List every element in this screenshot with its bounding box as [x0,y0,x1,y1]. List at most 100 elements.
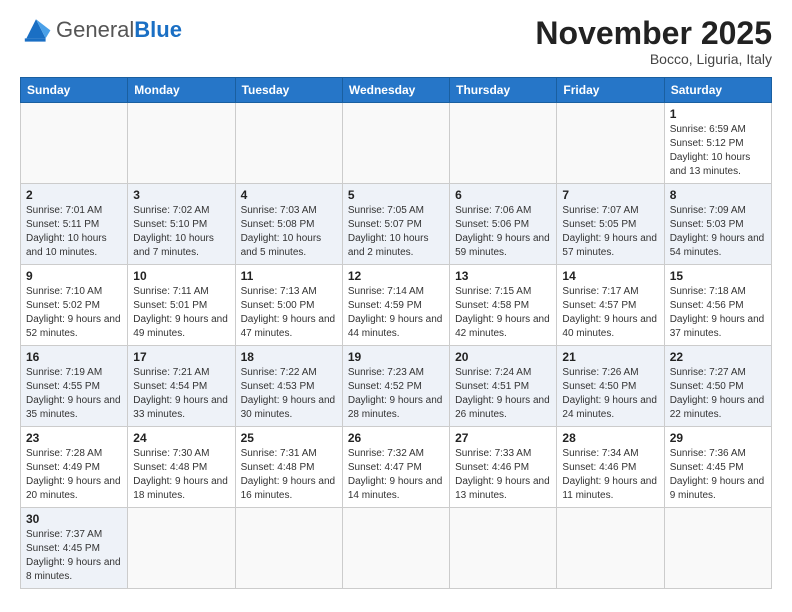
day-cell: 6Sunrise: 7:06 AMSunset: 5:06 PMDaylight… [450,184,557,265]
day-info: Sunrise: 7:32 AMSunset: 4:47 PMDaylight:… [348,447,444,503]
calendar-page: GeneralBlue November 2025 Bocco, Liguria… [0,0,792,612]
day-number: 13 [455,269,551,283]
day-info: Sunrise: 7:23 AMSunset: 4:52 PMDaylight:… [348,366,444,422]
week-row-4: 23 Sunrise: 7:28 AMSunset: 4:49 PMDayligh… [21,427,772,508]
day-cell: 14 Sunrise: 7:17 AMSunset: 4:57 PMDayligh… [557,265,664,346]
day-number: 8 [670,188,766,202]
day-number: 30 [26,512,122,526]
header-sunday: Sunday [21,78,128,103]
day-info: Sunrise: 7:14 AMSunset: 4:59 PMDaylight:… [348,285,444,341]
day-info: Sunrise: 7:13 AMSunset: 5:00 PMDaylight:… [241,285,337,341]
day-number: 24 [133,431,229,445]
day-cell: 18 Sunrise: 7:22 AMSunset: 4:53 PMDayligh… [235,346,342,427]
day-number: 11 [241,269,337,283]
day-info: Sunrise: 7:36 AMSunset: 4:45 PMDaylight:… [670,447,766,503]
day-number: 27 [455,431,551,445]
header-saturday: Saturday [664,78,771,103]
header-friday: Friday [557,78,664,103]
day-info: Sunrise: 7:34 AMSunset: 4:46 PMDaylight:… [562,447,658,503]
day-cell: 30 Sunrise: 7:37 AMSunset: 4:45 PMDayligh… [21,508,128,589]
day-cell: 3Sunrise: 7:02 AMSunset: 5:10 PMDaylight… [128,184,235,265]
calendar-table: SundayMondayTuesdayWednesdayThursdayFrid… [20,77,772,589]
day-cell: 26 Sunrise: 7:32 AMSunset: 4:47 PMDayligh… [342,427,449,508]
day-number: 20 [455,350,551,364]
day-number: 21 [562,350,658,364]
day-cell [235,103,342,184]
day-info: Sunrise: 7:22 AMSunset: 4:53 PMDaylight:… [241,366,337,422]
day-info: Sunrise: 7:15 AMSunset: 4:58 PMDaylight:… [455,285,551,341]
day-cell [342,103,449,184]
day-number: 14 [562,269,658,283]
day-cell: 22 Sunrise: 7:27 AMSunset: 4:50 PMDayligh… [664,346,771,427]
title-block: November 2025 Bocco, Liguria, Italy [535,16,772,67]
day-cell: 10Sunrise: 7:11 AMSunset: 5:01 PMDayligh… [128,265,235,346]
day-number: 29 [670,431,766,445]
day-info: Sunrise: 7:06 AMSunset: 5:06 PMDaylight:… [455,204,551,260]
day-number: 15 [670,269,766,283]
day-number: 12 [348,269,444,283]
day-number: 5 [348,188,444,202]
week-row-5: 30 Sunrise: 7:37 AMSunset: 4:45 PMDayligh… [21,508,772,589]
day-info: Sunrise: 7:31 AMSunset: 4:48 PMDaylight:… [241,447,337,503]
day-cell: 7Sunrise: 7:07 AMSunset: 5:05 PMDaylight… [557,184,664,265]
logo-text: GeneralBlue [56,19,182,41]
day-cell: 29 Sunrise: 7:36 AMSunset: 4:45 PMDayligh… [664,427,771,508]
day-cell: 4Sunrise: 7:03 AMSunset: 5:08 PMDaylight… [235,184,342,265]
day-info: Sunrise: 7:37 AMSunset: 4:45 PMDaylight:… [26,528,122,584]
day-cell [342,508,449,589]
header: GeneralBlue November 2025 Bocco, Liguria… [20,16,772,67]
day-cell: 5Sunrise: 7:05 AMSunset: 5:07 PMDaylight… [342,184,449,265]
day-number: 25 [241,431,337,445]
day-number: 18 [241,350,337,364]
day-cell: 9 Sunrise: 7:10 AMSunset: 5:02 PMDaylight… [21,265,128,346]
day-cell [450,508,557,589]
day-info: Sunrise: 7:17 AMSunset: 4:57 PMDaylight:… [562,285,658,341]
logo-general: General [56,17,134,42]
logo-blue: Blue [134,17,182,42]
day-cell [21,103,128,184]
day-cell: 20 Sunrise: 7:24 AMSunset: 4:51 PMDayligh… [450,346,557,427]
day-number: 10 [133,269,229,283]
header-wednesday: Wednesday [342,78,449,103]
day-cell: 11 Sunrise: 7:13 AMSunset: 5:00 PMDayligh… [235,265,342,346]
day-info: Sunrise: 7:01 AMSunset: 5:11 PMDaylight:… [26,204,122,260]
day-cell: 12 Sunrise: 7:14 AMSunset: 4:59 PMDayligh… [342,265,449,346]
day-info: Sunrise: 7:28 AMSunset: 4:49 PMDaylight:… [26,447,122,503]
day-cell: 13 Sunrise: 7:15 AMSunset: 4:58 PMDayligh… [450,265,557,346]
day-cell [128,508,235,589]
day-info: Sunrise: 7:27 AMSunset: 4:50 PMDaylight:… [670,366,766,422]
day-cell: 24 Sunrise: 7:30 AMSunset: 4:48 PMDayligh… [128,427,235,508]
day-info: Sunrise: 7:30 AMSunset: 4:48 PMDaylight:… [133,447,229,503]
day-info: Sunrise: 7:33 AMSunset: 4:46 PMDaylight:… [455,447,551,503]
logo: GeneralBlue [20,16,182,44]
day-info: Sunrise: 7:18 AMSunset: 4:56 PMDaylight:… [670,285,766,341]
day-cell: 15 Sunrise: 7:18 AMSunset: 4:56 PMDayligh… [664,265,771,346]
day-cell: 16Sunrise: 7:19 AMSunset: 4:55 PMDayligh… [21,346,128,427]
location-title: Bocco, Liguria, Italy [535,51,772,67]
header-thursday: Thursday [450,78,557,103]
header-tuesday: Tuesday [235,78,342,103]
day-info: Sunrise: 7:24 AMSunset: 4:51 PMDaylight:… [455,366,551,422]
day-info: Sunrise: 7:10 AMSunset: 5:02 PMDaylight:… [26,285,122,341]
logo-icon [20,16,52,44]
day-cell [557,103,664,184]
day-cell [557,508,664,589]
day-cell: 2Sunrise: 7:01 AMSunset: 5:11 PMDaylight… [21,184,128,265]
week-row-1: 2Sunrise: 7:01 AMSunset: 5:11 PMDaylight… [21,184,772,265]
day-number: 9 [26,269,122,283]
day-info: Sunrise: 7:26 AMSunset: 4:50 PMDaylight:… [562,366,658,422]
day-cell: 19 Sunrise: 7:23 AMSunset: 4:52 PMDayligh… [342,346,449,427]
day-cell: 8Sunrise: 7:09 AMSunset: 5:03 PMDaylight… [664,184,771,265]
week-row-3: 16Sunrise: 7:19 AMSunset: 4:55 PMDayligh… [21,346,772,427]
week-row-2: 9 Sunrise: 7:10 AMSunset: 5:02 PMDaylight… [21,265,772,346]
day-number: 26 [348,431,444,445]
day-number: 23 [26,431,122,445]
day-number: 19 [348,350,444,364]
day-info: Sunrise: 6:59 AMSunset: 5:12 PMDaylight:… [670,123,766,179]
day-number: 3 [133,188,229,202]
day-cell: 17Sunrise: 7:21 AMSunset: 4:54 PMDayligh… [128,346,235,427]
calendar-header-row: SundayMondayTuesdayWednesdayThursdayFrid… [21,78,772,103]
day-number: 7 [562,188,658,202]
day-number: 22 [670,350,766,364]
day-cell [664,508,771,589]
